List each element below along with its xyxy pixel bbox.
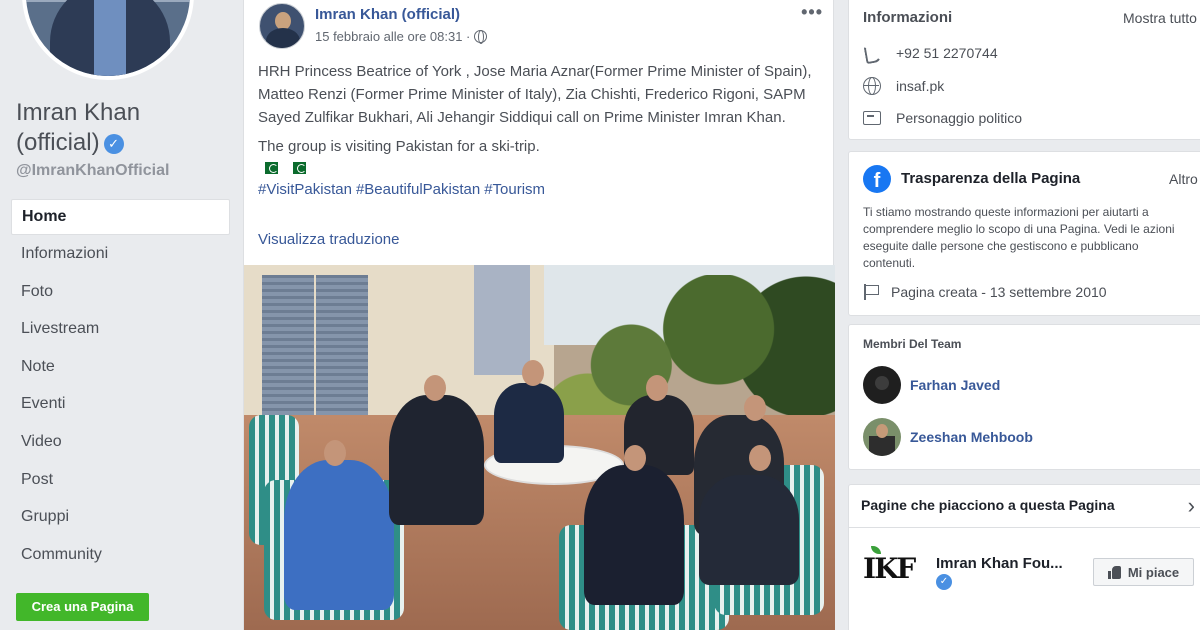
member-name: Farhan Javed	[910, 377, 1001, 393]
transparency-title: Trasparenza della Pagina	[901, 170, 1081, 187]
ikf-logo[interactable]: IKF	[863, 546, 925, 592]
post-text-paragraph: The group is visiting Pakistan for a ski…	[258, 138, 540, 155]
team-card: Membri Del Team Farhan Javed Zeeshan Meh…	[848, 324, 1200, 470]
page-nav: Home Informazioni Foto Livestream Note E…	[11, 199, 230, 573]
post-author-avatar[interactable]	[259, 3, 305, 49]
pakistan-flag-icon	[260, 162, 278, 174]
website-row[interactable]: insaf.pk	[863, 77, 944, 95]
show-all-link[interactable]: Mostra tutto	[1123, 10, 1197, 26]
nav-item-videos[interactable]: Video	[11, 423, 230, 461]
post-date-text: 15 febbraio alle ore 08:31 ·	[315, 29, 471, 44]
profile-picture[interactable]	[22, 0, 194, 80]
hashtag-link[interactable]: #BeautifulPakistan	[356, 181, 480, 198]
phone-icon	[863, 44, 881, 62]
post-body: HRH Princess Beatrice of York , Jose Mar…	[258, 60, 824, 207]
facebook-icon: f	[863, 165, 891, 193]
emoji-flags	[258, 158, 824, 178]
post-text-paragraph: HRH Princess Beatrice of York , Jose Mar…	[258, 63, 812, 126]
globe-icon	[863, 77, 881, 95]
transparency-more-link[interactable]: Altro	[1169, 171, 1198, 187]
nav-item-home[interactable]: Home	[11, 199, 230, 235]
liked-page-name-text: Imran Khan Fou...	[936, 555, 1063, 572]
verified-badge-icon: ✓	[103, 134, 124, 154]
page-title[interactable]: Imran Khan (official) ✓	[16, 98, 216, 158]
website-link: insaf.pk	[896, 78, 945, 94]
phone-number: +92 51 2270744	[896, 45, 998, 61]
post-card: Imran Khan (official) 15 febbraio alle o…	[243, 0, 835, 630]
transparency-description: Ti stiamo mostrando queste informazioni …	[863, 205, 1175, 270]
info-card-title: Informazioni	[863, 9, 953, 26]
hashtag-link[interactable]: #VisitPakistan	[258, 181, 352, 198]
info-card: Informazioni Mostra tutto +92 51 2270744…	[848, 0, 1200, 140]
nav-item-notes[interactable]: Note	[11, 348, 230, 386]
nav-item-photos[interactable]: Foto	[11, 273, 230, 311]
nav-item-posts[interactable]: Post	[11, 461, 230, 499]
hashtags: #VisitPakistan #BeautifulPakistan #Tourism	[258, 178, 824, 201]
nav-item-livestream[interactable]: Livestream	[11, 310, 230, 348]
divider	[849, 527, 1200, 528]
nav-item-info[interactable]: Informazioni	[11, 235, 230, 273]
thumbs-up-icon	[1107, 565, 1122, 579]
post-author-name[interactable]: Imran Khan (official)	[315, 6, 460, 23]
page-created-text: Pagina creata - 13 settembre 2010	[891, 284, 1107, 300]
liked-pages-card: Pagine che piacciono a questa Pagina › I…	[848, 484, 1200, 630]
member-avatar	[863, 418, 901, 456]
create-page-button[interactable]: Crea una Pagina	[16, 593, 149, 621]
team-card-title: Membri Del Team	[863, 337, 962, 351]
verified-badge-icon: ✓	[936, 574, 952, 590]
liked-page-name[interactable]: Imran Khan Fou...	[936, 555, 1063, 572]
category-icon	[863, 111, 881, 125]
transparency-card: f Trasparenza della Pagina Altro Ti stia…	[848, 151, 1200, 316]
see-translation-link[interactable]: Visualizza traduzione	[258, 231, 399, 248]
page-created-row: Pagina creata - 13 settembre 2010	[863, 284, 1107, 300]
chevron-right-icon[interactable]: ›	[1188, 493, 1195, 519]
member-avatar	[863, 366, 901, 404]
pakistan-flag-icon	[288, 162, 307, 174]
like-page-button[interactable]: Mi piace	[1093, 558, 1194, 586]
ikf-logo-text: IKF	[863, 552, 916, 585]
hashtag-link[interactable]: #Tourism	[484, 181, 545, 198]
team-member[interactable]: Zeeshan Mehboob	[863, 418, 1033, 456]
post-photo[interactable]	[244, 265, 835, 630]
post-timestamp[interactable]: 15 febbraio alle ore 08:31 ·	[315, 29, 488, 44]
nav-item-events[interactable]: Eventi	[11, 385, 230, 423]
category-row[interactable]: Personaggio politico	[863, 110, 1022, 126]
team-member[interactable]: Farhan Javed	[863, 366, 1000, 404]
liked-pages-title: Pagine che piacciono a questa Pagina	[861, 497, 1115, 513]
nav-item-groups[interactable]: Gruppi	[11, 498, 230, 536]
flag-icon	[863, 284, 881, 300]
member-name: Zeeshan Mehboob	[910, 429, 1033, 445]
globe-icon	[474, 30, 488, 44]
like-label: Mi piace	[1127, 564, 1180, 580]
nav-item-community[interactable]: Community	[11, 536, 230, 574]
more-options-icon[interactable]: •••	[801, 2, 823, 23]
page-handle[interactable]: @ImranKhanOfficial	[16, 162, 169, 180]
phone-row[interactable]: +92 51 2270744	[863, 44, 998, 62]
left-sidebar: Imran Khan (official) ✓ @ImranKhanOfficia…	[0, 0, 240, 630]
page-category: Personaggio politico	[896, 110, 1023, 126]
